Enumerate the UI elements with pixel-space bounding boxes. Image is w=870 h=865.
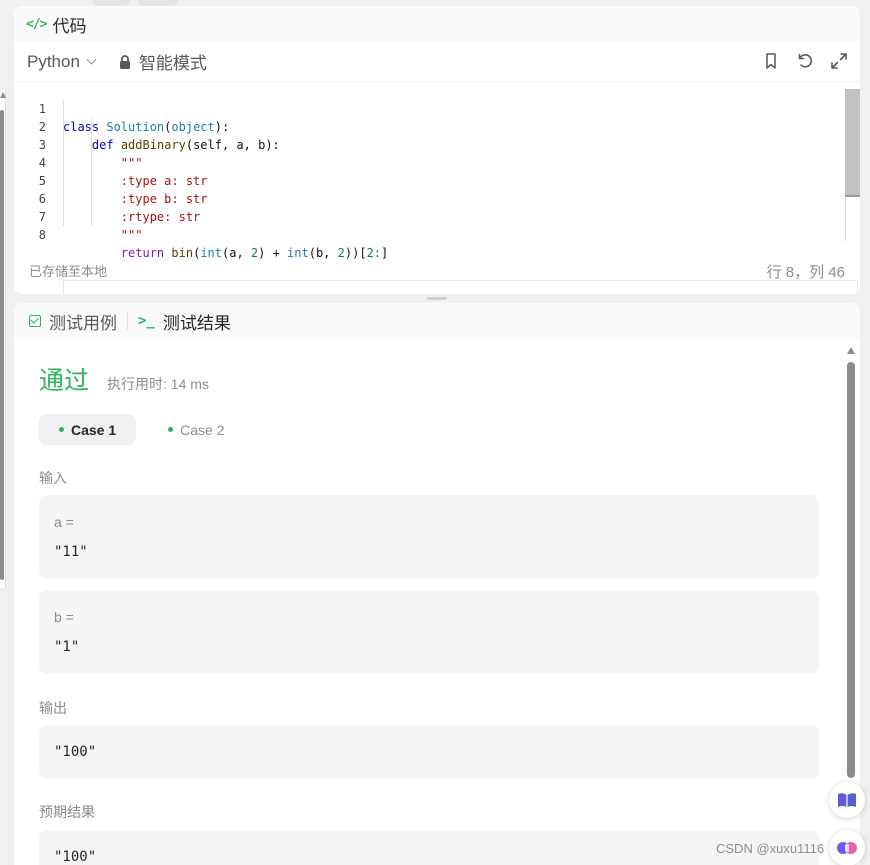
language-selector[interactable]: Python bbox=[27, 51, 97, 72]
output-value: "100" bbox=[54, 744, 97, 760]
expected-label: 预期结果 bbox=[39, 804, 95, 820]
editor-edge bbox=[845, 197, 846, 241]
code-editor[interactable]: 1 class Solution(object): 2 def addBinar… bbox=[14, 82, 860, 294]
status-row: 通过 执行用时: 14 ms bbox=[39, 361, 209, 397]
slice: 2: bbox=[366, 246, 382, 260]
docstring: :type b: str bbox=[120, 192, 208, 206]
pass-dot-icon bbox=[168, 427, 174, 432]
pass-dot-icon bbox=[59, 427, 64, 432]
editor-scrollbar-marker bbox=[845, 195, 860, 197]
tab-testcase[interactable]: 测试用例 bbox=[29, 309, 117, 334]
checkbox-icon bbox=[29, 315, 41, 327]
code-line-6: 6 :rtype: str bbox=[14, 172, 201, 224]
input-value: "11" bbox=[54, 544, 88, 560]
base-class: object bbox=[171, 120, 215, 134]
builtin: bin bbox=[171, 246, 194, 260]
code-icon: </> bbox=[26, 16, 48, 32]
ai-assistant-button[interactable] bbox=[829, 830, 865, 865]
smart-mode-label: 智能模式 bbox=[138, 54, 207, 73]
keyword: class bbox=[63, 120, 100, 134]
result-panel: 测试用例 >_ 测试结果 通过 执行用时: 14 ms Case 1 Case … bbox=[14, 303, 860, 865]
result-scrollbar-thumb[interactable] bbox=[847, 362, 855, 778]
tab-result-label: 测试结果 bbox=[162, 313, 231, 333]
input-name: b = bbox=[54, 609, 74, 625]
tab-result[interactable]: >_ 测试结果 bbox=[138, 309, 231, 334]
input-box-b: b = "1" bbox=[39, 590, 819, 674]
punct: ): bbox=[214, 120, 230, 134]
docstring: :rtype: str bbox=[120, 210, 201, 224]
punct: ))[ bbox=[344, 246, 367, 260]
expand-icon[interactable] bbox=[830, 52, 848, 70]
code-line-2: 2 def addBinary(self, a, b): bbox=[14, 100, 280, 152]
ai-assistant-icon bbox=[837, 842, 857, 854]
line-number: 8 bbox=[38, 228, 46, 242]
keyword: return bbox=[120, 246, 165, 260]
code-line-3: 3 """ bbox=[14, 118, 143, 170]
lock-icon bbox=[119, 54, 130, 69]
smart-mode-toggle[interactable]: 智能模式 bbox=[119, 49, 207, 74]
case-1-button[interactable]: Case 1 bbox=[39, 414, 137, 445]
docstring: :type a: str bbox=[120, 174, 208, 188]
output-label: 输出 bbox=[39, 700, 67, 716]
tab-testcase-label: 测试用例 bbox=[49, 313, 117, 333]
case-selector: Case 1 Case 2 bbox=[39, 414, 245, 445]
watermark: CSDN @xuxu1116 bbox=[716, 841, 825, 856]
case-2-label: Case 2 bbox=[180, 421, 225, 438]
scroll-up-arrow-icon[interactable] bbox=[0, 92, 6, 98]
result-tabs: 测试用例 >_ 测试结果 bbox=[14, 303, 860, 339]
docstring: """ bbox=[120, 228, 143, 242]
runtime-text: 执行用时: 14 ms bbox=[107, 376, 209, 392]
input-value: "1" bbox=[54, 639, 80, 655]
builtin: int bbox=[287, 246, 309, 260]
notes-button[interactable] bbox=[829, 782, 865, 818]
args: (a, bbox=[222, 246, 251, 260]
code-line-8: 8 return bin(int(a, 2) + int(b, 2))[2:] bbox=[14, 208, 388, 260]
number: 2 bbox=[337, 246, 345, 260]
operator: ) + bbox=[258, 246, 288, 260]
terminal-icon: >_ bbox=[138, 313, 155, 329]
expected-box: "100" bbox=[39, 830, 819, 865]
panel-resize-handle[interactable] bbox=[427, 297, 447, 300]
code-line-5: 5 :type b: str bbox=[14, 154, 208, 206]
args: (b, bbox=[308, 246, 338, 260]
input-label: 输入 bbox=[39, 470, 67, 486]
class-name: Solution bbox=[106, 120, 165, 134]
code-line-7: 7 """ bbox=[14, 190, 143, 242]
code-panel-title: 代码 bbox=[52, 16, 87, 36]
result-body: 通过 执行用时: 14 ms Case 1 Case 2 输入 a = "11"… bbox=[14, 339, 860, 865]
input-name: a = bbox=[54, 514, 74, 530]
undo-icon[interactable] bbox=[796, 52, 814, 70]
case-1-label: Case 1 bbox=[71, 421, 117, 438]
builtin: int bbox=[200, 246, 222, 260]
editor-scrollbar-thumb[interactable] bbox=[845, 89, 860, 195]
bookmark-icon[interactable] bbox=[762, 52, 780, 70]
punct: ] bbox=[381, 246, 389, 260]
tab-separator bbox=[127, 312, 128, 330]
status-text: 通过 bbox=[39, 367, 90, 395]
case-2-button[interactable]: Case 2 bbox=[148, 414, 244, 445]
code-panel: </> 代码 Python 智能模式 1 class Solution(obje… bbox=[14, 6, 860, 294]
editor-toolbar: Python 智能模式 bbox=[14, 42, 860, 82]
left-scrollbar-thumb[interactable] bbox=[0, 110, 4, 580]
code-line-1: 1 class Solution(object): bbox=[14, 82, 229, 134]
current-line-highlight bbox=[63, 280, 858, 294]
saved-status: 已存储至本地 bbox=[29, 264, 108, 279]
code-line-4: 4 :type a: str bbox=[14, 136, 208, 188]
code-panel-header: </> 代码 bbox=[14, 6, 860, 42]
params: (self, a, b): bbox=[185, 138, 280, 152]
function-name: addBinary bbox=[120, 138, 186, 152]
output-box: "100" bbox=[39, 725, 819, 779]
code-panel-footer: 已存储至本地 行 8，列 46 bbox=[29, 261, 845, 282]
docstring: """ bbox=[120, 156, 143, 170]
expected-value: "100" bbox=[54, 849, 97, 865]
book-icon bbox=[838, 793, 856, 807]
editor-actions bbox=[762, 52, 848, 70]
left-scrollbar[interactable] bbox=[0, 90, 6, 588]
language-label: Python bbox=[27, 51, 80, 71]
keyword: def bbox=[91, 138, 114, 152]
chevron-down-icon bbox=[86, 54, 97, 65]
input-box-a: a = "11" bbox=[39, 495, 819, 579]
cursor-position: 行 8，列 46 bbox=[766, 264, 845, 281]
result-scroll-up-icon[interactable] bbox=[847, 347, 855, 354]
